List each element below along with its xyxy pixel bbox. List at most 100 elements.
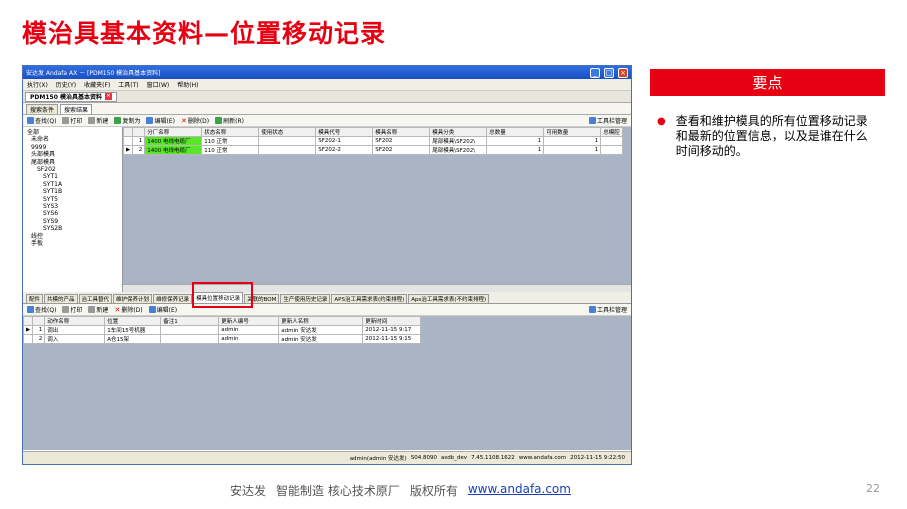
tree-item[interactable]: SYT1: [25, 173, 120, 180]
toolbar-manage-button[interactable]: 工具栏管理: [588, 116, 627, 125]
edit-icon: [148, 306, 156, 313]
footer-link[interactable]: www.andafa.com: [468, 482, 571, 499]
edit-button[interactable]: 编辑(E): [148, 305, 177, 314]
bullet-dot-icon: ●: [657, 116, 666, 127]
main-toolbar: 查找(Q) 打印 新建 复制为 编辑(E) ✕ 删除(D) 刷新(R) 工具栏管理: [23, 115, 631, 127]
footer-rights: 版权所有: [409, 484, 458, 498]
edit-icon: [146, 117, 154, 124]
doc-tab-label: PDM150 模治具基本资料: [30, 94, 102, 101]
print-button[interactable]: 打印: [62, 305, 82, 314]
menu-favorites[interactable]: 收藏夹(F): [84, 80, 110, 89]
tab-tool-substitute[interactable]: 治工具替代: [78, 294, 113, 303]
tree-item[interactable]: 线控: [25, 233, 120, 240]
window-title: 安达发 Andafa AX － [PDM150 模治具基本资料]: [26, 70, 161, 77]
find-icon: [27, 306, 34, 313]
tree-item[interactable]: 未命名: [25, 136, 120, 143]
highlight-box: [192, 282, 253, 308]
status-database: asdb_dev: [440, 455, 468, 461]
tab-search-results[interactable]: 搜索结果: [60, 104, 93, 114]
refresh-icon: [215, 117, 223, 124]
tree-item[interactable]: 尾部模具: [25, 159, 120, 166]
footer: 安达发 智能制造 核心技术原厂 版权所有 www.andafa.com: [230, 482, 571, 499]
tree-item[interactable]: SYT1B: [25, 188, 120, 195]
menu-bar: 执行(X) 历史(Y) 收藏夹(F) 工具(T) 窗口(W) 帮助(H): [23, 79, 631, 91]
mold-grid-area: 分厂名称 状态名称 使用状态 模具代号 模具名称 模具分类 总数量 可用数量 总…: [123, 127, 631, 292]
table-header-row: 动作名称 位置 备注1 更新人编号 更新人名称 更新时间: [23, 316, 422, 326]
tree-item[interactable]: SYT5: [25, 196, 120, 203]
new-button[interactable]: 新建: [88, 116, 108, 125]
menu-help[interactable]: 帮助(H): [177, 80, 198, 89]
tree-item[interactable]: SYS9: [25, 218, 120, 225]
slide-title: 模治具基本资料—位置移动记录: [22, 19, 387, 48]
edit-button[interactable]: 编辑(E): [146, 116, 175, 125]
document-tabs: PDM150 模治具基本资料 ×: [23, 91, 631, 103]
doc-tab-pdm150[interactable]: PDM150 模治具基本资料 ×: [25, 91, 117, 102]
refresh-button[interactable]: 刷新(R): [215, 116, 244, 125]
maximize-button[interactable]: □: [604, 67, 614, 78]
menu-tools[interactable]: 工具(T): [118, 80, 138, 89]
bullet-text: 查看和维护模具的所有位置移动记录和最新的位置信息，以及是谁在什么时间移动的。: [675, 114, 868, 158]
copy-icon: [114, 117, 122, 124]
table-row[interactable]: ▶ 2 1400 电线电缆厂 110 正常 SF202-2 SF202 尾部模具…: [123, 145, 623, 155]
close-button[interactable]: ×: [618, 67, 628, 78]
mold-grid: 分厂名称 状态名称 使用状态 模具代号 模具名称 模具分类 总数量 可用数量 总…: [123, 127, 623, 155]
find-icon: [27, 117, 34, 124]
status-website: www.andafa.com: [518, 455, 567, 461]
table-row[interactable]: 2 调入 A仓15架 admin admin 安达发 2012-11-15 9:…: [23, 334, 422, 344]
status-bar: admin(admin 安达发) S04.8090 asdb_dev 7.45.…: [23, 451, 631, 464]
status-server: S04.8090: [410, 455, 437, 461]
tab-parts[interactable]: 配件: [26, 294, 44, 303]
tree-item[interactable]: SYT1A: [25, 181, 120, 188]
category-tree: 全部 未命名 9999 头部模具 尾部模具 SF202 SYT1 SYT1A S…: [23, 127, 123, 292]
footer-tagline: 智能制造 核心技术原厂: [276, 484, 400, 498]
search-subtabs: 搜索条件 搜索结果: [23, 103, 631, 115]
table-row[interactable]: 1 1400 电线电缆厂 110 正常 SF202-1 SF202 尾部模具\S…: [123, 136, 623, 146]
tab-maintenance-records[interactable]: 维修保养记录: [153, 294, 193, 303]
table-row[interactable]: ▶ 1 调出 1车间15号机器 admin admin 安达发 2012-11-…: [23, 325, 422, 335]
status-datetime: 2012-11-15 9:22:50: [570, 455, 625, 461]
menu-history[interactable]: 历史(Y): [56, 80, 76, 89]
footer-company: 安达发: [230, 484, 267, 498]
print-icon: [62, 306, 70, 313]
keypoint-header: 要点: [650, 69, 885, 96]
status-user: admin(admin 安达发): [349, 456, 407, 462]
page-number: 22: [866, 482, 880, 495]
tree-item[interactable]: 手板: [25, 240, 120, 247]
tab-aps-unconstrained[interactable]: Aps治工具需求表(不约束排程): [408, 294, 490, 303]
close-tab-icon[interactable]: ×: [104, 93, 112, 100]
tab-maintenance-plan[interactable]: 维护保养计划: [113, 294, 153, 303]
menu-execute[interactable]: 执行(X): [27, 80, 48, 89]
delete-button[interactable]: ✕ 删除(D): [180, 116, 209, 126]
window-titlebar: 安达发 Andafa AX － [PDM150 模治具基本资料] _ □ ×: [23, 66, 631, 79]
keypoint-bullet: ● 查看和维护模具的所有位置移动记录和最新的位置信息，以及是谁在什么时间移动的。: [657, 114, 872, 159]
tab-aps-constrained[interactable]: APS治工具需求表(约束排程): [331, 294, 408, 303]
find-button[interactable]: 查找(Q): [27, 116, 56, 125]
delete-icon: ✕: [180, 116, 187, 125]
tree-item[interactable]: SF202: [25, 166, 120, 173]
gear-icon: [588, 117, 596, 124]
copy-as-button[interactable]: 复制为: [114, 116, 140, 125]
print-button[interactable]: 打印: [62, 116, 82, 125]
tree-item[interactable]: SYS2B: [25, 225, 120, 232]
move-record-grid-area: 动作名称 位置 备注1 更新人编号 更新人名称 更新时间 ▶ 1 调出 1车间1…: [23, 316, 631, 450]
minimize-button[interactable]: _: [590, 67, 600, 78]
delete-icon: ✕: [114, 305, 121, 314]
delete-button[interactable]: ✕ 删除(D): [114, 305, 142, 315]
print-icon: [62, 117, 70, 124]
app-window: 安达发 Andafa AX － [PDM150 模治具基本资料] _ □ × 执…: [22, 65, 632, 465]
find-button[interactable]: 查找(Q): [27, 305, 56, 314]
tree-item[interactable]: SYS3: [25, 203, 120, 210]
tab-shared-products[interactable]: 共模的产品: [44, 294, 78, 303]
tab-search-conditions[interactable]: 搜索条件: [26, 104, 59, 114]
tree-item[interactable]: 头部模具: [25, 151, 120, 158]
menu-window[interactable]: 窗口(W): [147, 80, 170, 89]
tab-usage-history[interactable]: 生产使用历史记录: [280, 294, 331, 303]
detail-tabs: 配件 共模的产品 治工具替代 维护保养计划 维修保养记录 模具位置移动记录 关联…: [23, 292, 631, 304]
tree-item[interactable]: SYS6: [25, 210, 120, 217]
detail-toolbar: 查找(Q) 打印 新建 ✕ 删除(D) 编辑(E) 工具栏管理: [23, 304, 631, 316]
new-button[interactable]: 新建: [88, 305, 108, 314]
move-record-grid: 动作名称 位置 备注1 更新人编号 更新人名称 更新时间 ▶ 1 调出 1车间1…: [23, 316, 422, 344]
toolbar-manage-button[interactable]: 工具栏管理: [588, 305, 627, 314]
upper-pane: 全部 未命名 9999 头部模具 尾部模具 SF202 SYT1 SYT1A S…: [23, 127, 631, 292]
status-version: 7.45.1108.1622: [471, 455, 515, 461]
